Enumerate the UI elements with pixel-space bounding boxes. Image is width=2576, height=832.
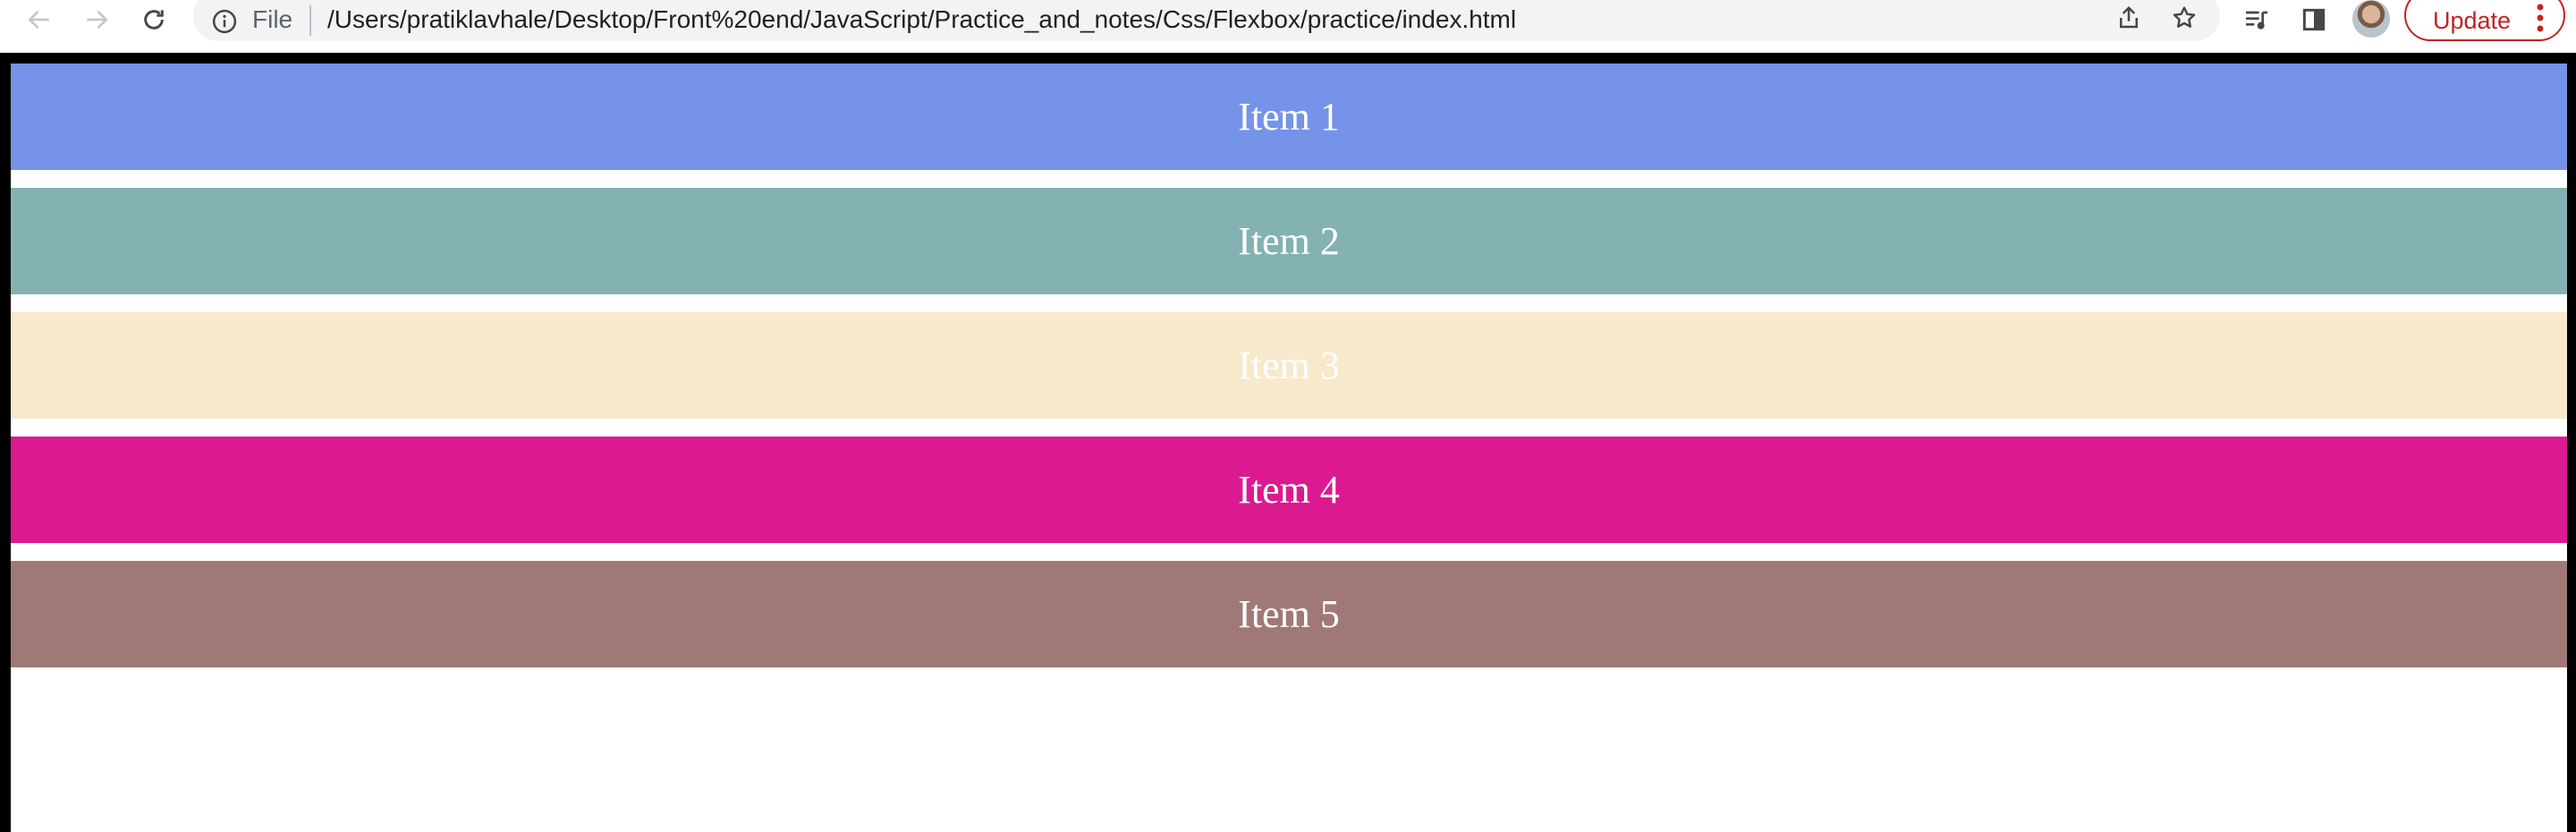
flex-item-2: Item 2 (11, 188, 2567, 294)
address-bar[interactable]: File /Users/pratiklavhale/Desktop/Front%… (193, 0, 2220, 41)
reading-list-icon[interactable] (2236, 0, 2277, 39)
page-viewport: Item 1 Item 2 Item 3 Item 4 Item 5 (0, 53, 2576, 832)
flex-item-3: Item 3 (11, 312, 2567, 419)
flex-item-1: Item 1 (11, 64, 2567, 170)
forward-arrow-icon[interactable] (72, 0, 122, 39)
scheme-label: File (252, 5, 293, 33)
star-icon[interactable] (2166, 0, 2202, 36)
side-panel-icon[interactable] (2293, 0, 2334, 39)
reload-icon[interactable] (129, 0, 179, 39)
update-button[interactable]: Update (2404, 0, 2565, 41)
info-icon[interactable] (211, 8, 238, 35)
browser-toolbar: File /Users/pratiklavhale/Desktop/Front%… (0, 0, 2576, 53)
flex-item-4: Item 4 (11, 437, 2567, 543)
container-border-right (2567, 53, 2576, 832)
url-text[interactable]: /Users/pratiklavhale/Desktop/Front%20end… (327, 4, 1516, 36)
kebab-menu-icon[interactable] (2531, 2, 2549, 34)
share-icon[interactable] (2111, 0, 2147, 36)
container-border-left (0, 53, 11, 832)
container-border-top (0, 53, 2576, 64)
back-arrow-icon[interactable] (14, 0, 64, 39)
profile-avatar[interactable] (2352, 0, 2390, 38)
omnibox-divider (309, 5, 311, 36)
flex-item-5: Item 5 (11, 561, 2567, 667)
flex-container: Item 1 Item 2 Item 3 Item 4 Item 5 (11, 64, 2567, 667)
update-label: Update (2433, 7, 2512, 34)
